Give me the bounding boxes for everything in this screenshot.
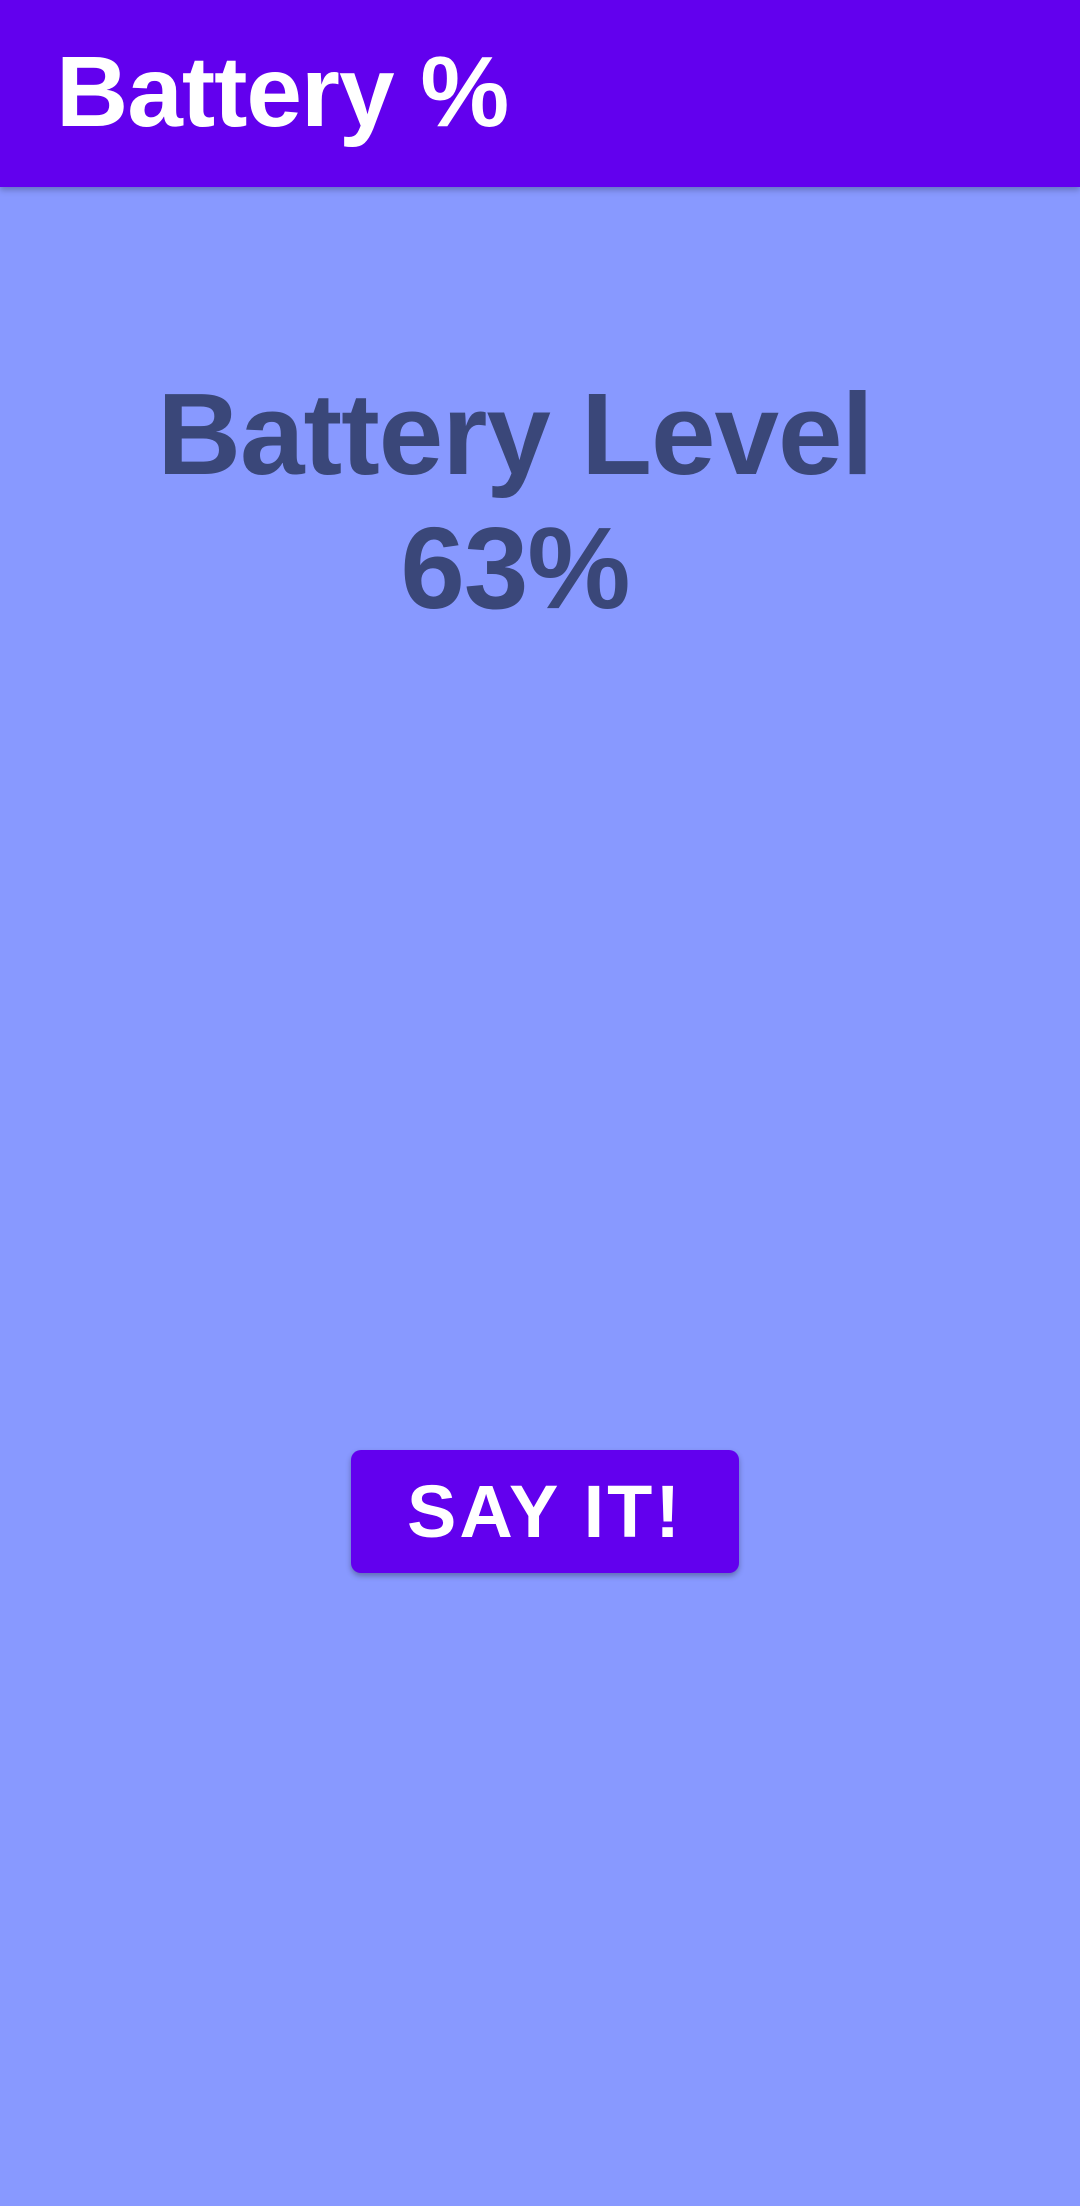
- app-bar: Battery %: [0, 0, 1080, 187]
- battery-level-display: Battery Level 63%: [0, 367, 1030, 635]
- battery-level-heading: Battery Level: [157, 369, 874, 499]
- battery-level-value: 63%: [400, 503, 630, 633]
- main-content: Battery Level 63% SAY IT!: [0, 187, 1080, 2206]
- say-it-button[interactable]: SAY IT!: [351, 1450, 739, 1573]
- app-title: Battery %: [56, 36, 509, 148]
